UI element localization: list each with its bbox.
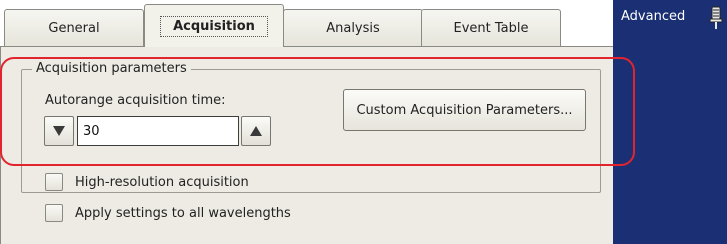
- tab-analysis-label: Analysis: [326, 21, 380, 36]
- tab-event-table[interactable]: Event Table: [421, 9, 561, 47]
- apply-all-wavelengths-option[interactable]: Apply settings to all wavelengths: [45, 204, 291, 222]
- high-resolution-option[interactable]: High-resolution acquisition: [45, 173, 249, 191]
- tab-general-label: General: [48, 21, 100, 36]
- decrement-button[interactable]: [44, 116, 74, 146]
- tab-acquisition[interactable]: Acquisition: [144, 4, 284, 47]
- group-title: Acquisition parameters: [32, 61, 191, 77]
- acquisition-panel: Acquisition parameters Autorange acquisi…: [0, 46, 613, 244]
- autorange-time-input[interactable]: [77, 116, 239, 146]
- app-window: General Acquisition Analysis Event Table…: [0, 0, 727, 244]
- tab-general[interactable]: General: [4, 9, 144, 47]
- apply-all-wavelengths-checkbox[interactable]: [45, 204, 63, 222]
- apply-all-wavelengths-label: Apply settings to all wavelengths: [75, 205, 291, 221]
- pin-icon[interactable]: [708, 6, 724, 30]
- high-resolution-label: High-resolution acquisition: [75, 174, 249, 190]
- high-resolution-checkbox[interactable]: [45, 173, 63, 191]
- tab-analysis[interactable]: Analysis: [283, 9, 423, 47]
- triangle-up-icon: [250, 126, 262, 136]
- triangle-down-icon: [53, 126, 65, 136]
- tab-strip: General Acquisition Analysis Event Table: [0, 0, 613, 47]
- tab-acquisition-label: Acquisition: [160, 15, 268, 37]
- custom-acquisition-parameters-label: Custom Acquisition Parameters...: [356, 102, 573, 118]
- side-panel-title: Advanced: [621, 9, 686, 24]
- autorange-label: Autorange acquisition time:: [45, 93, 226, 108]
- side-panel: Advanced: [613, 0, 727, 244]
- increment-button[interactable]: [241, 116, 271, 146]
- custom-acquisition-parameters-button[interactable]: Custom Acquisition Parameters...: [343, 89, 586, 131]
- tab-event-table-label: Event Table: [453, 21, 529, 36]
